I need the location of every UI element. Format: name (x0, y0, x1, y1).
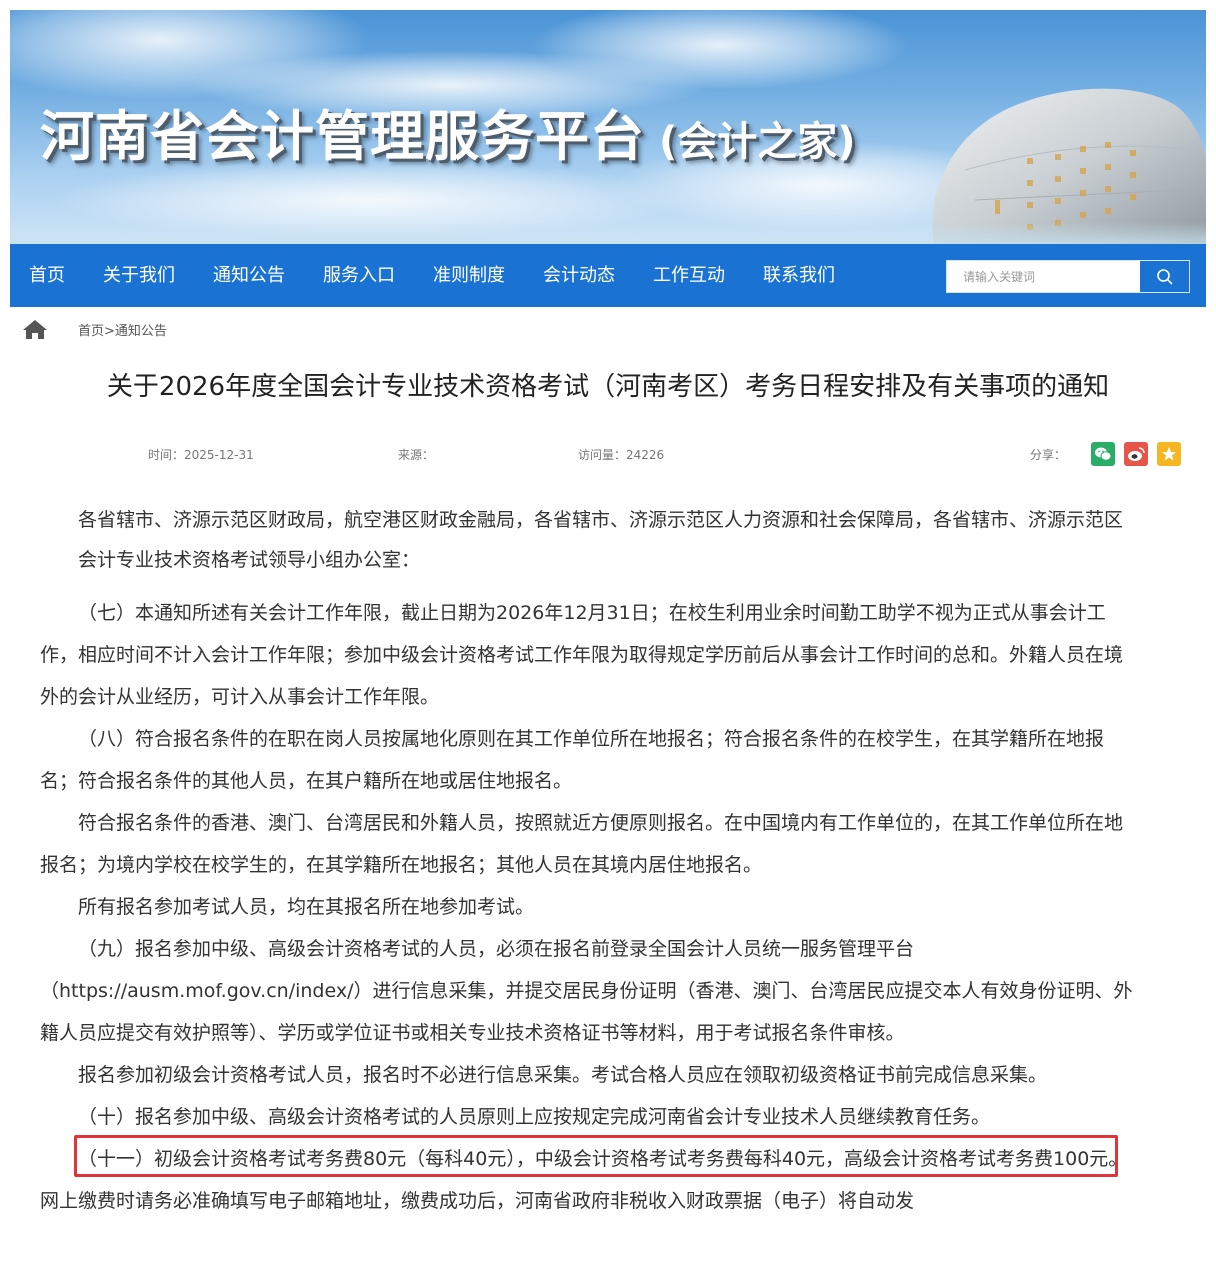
paragraph-9-junior: 报名参加初级会计资格考试人员，报名时不必进行信息采集。考试合格人员应在领取初级资… (78, 1064, 1048, 1086)
site-title: 河南省会计管理服务平台 (会计之家) (40, 92, 856, 171)
breadcrumb-path[interactable]: 首页>通知公告 (78, 320, 167, 339)
header-banner: 河南省会计管理服务平台 (会计之家) (10, 10, 1206, 244)
breadcrumb: 首页>通知公告 (22, 318, 167, 340)
nav-home[interactable]: 首页 (10, 244, 84, 307)
nav-about-us[interactable]: 关于我们 (84, 244, 194, 307)
nav-services[interactable]: 服务入口 (304, 244, 414, 307)
search-box (946, 260, 1190, 293)
view-count: 访问量：24226 (578, 448, 665, 462)
home-icon[interactable] (22, 318, 48, 340)
nav-accounting-news[interactable]: 会计动态 (524, 244, 634, 307)
article-body: 各省辖市、济源示范区财政局，航空港区财政金融局，各省辖市、济源示范区人力资源和社… (40, 500, 1140, 1222)
nav-notices[interactable]: 通知公告 (194, 244, 304, 307)
wechat-icon (1095, 447, 1112, 461)
site-title-main: 河南省会计管理服务平台 (40, 105, 645, 168)
share-label: 分享： (1030, 448, 1067, 462)
share-favorite-button[interactable] (1157, 442, 1181, 466)
highlight-box (74, 1135, 1118, 1177)
paragraph-8-foreign: 符合报名条件的香港、澳门、台湾居民和外籍人员，按照就近方便原则报名。在中国境内有… (40, 812, 1124, 876)
search-button[interactable] (1140, 261, 1189, 292)
nav-standards[interactable]: 准则制度 (414, 244, 524, 307)
weibo-icon (1128, 447, 1145, 461)
publish-time: 时间：2025-12-31 (148, 448, 254, 462)
search-icon (1156, 268, 1173, 285)
search-input[interactable] (947, 261, 1140, 292)
paragraph-9: （九）报名参加中级、高级会计资格考试的人员，必须在报名前登录全国会计人员统一服务… (40, 938, 1133, 1044)
main-navigation: 首页 关于我们 通知公告 服务入口 准则制度 会计动态 工作互动 联系我们 (10, 244, 1206, 307)
article-source: 来源： (398, 448, 435, 462)
share-weibo-button[interactable] (1124, 442, 1148, 466)
star-icon (1162, 447, 1176, 461)
salutation: 各省辖市、济源示范区财政局，航空港区财政金融局，各省辖市、济源示范区人力资源和社… (78, 509, 1124, 571)
paragraph-10: （十）报名参加中级、高级会计资格考试的人员原则上应按规定完成河南省会计专业技术人… (78, 1106, 991, 1128)
nav-contact-us[interactable]: 联系我们 (744, 244, 854, 307)
nav-interaction[interactable]: 工作互动 (634, 244, 744, 307)
paragraph-7: （七）本通知所述有关会计工作年限，截止日期为2026年12月31日；在校生利用业… (40, 602, 1124, 708)
inscribed-stone-image (932, 88, 1206, 244)
share-wechat-button[interactable] (1091, 442, 1115, 466)
site-title-sub: (会计之家) (659, 119, 856, 165)
paragraph-8: （八）符合报名条件的在职在岗人员按属地化原则在其工作单位所在地报名；符合报名条件… (40, 728, 1105, 792)
paragraph-8-exam-location: 所有报名参加考试人员，均在其报名所在地参加考试。 (78, 896, 535, 918)
article-title: 关于2026年度全国会计专业技术资格考试（河南考区）考务日程安排及有关事项的通知 (106, 372, 1110, 402)
